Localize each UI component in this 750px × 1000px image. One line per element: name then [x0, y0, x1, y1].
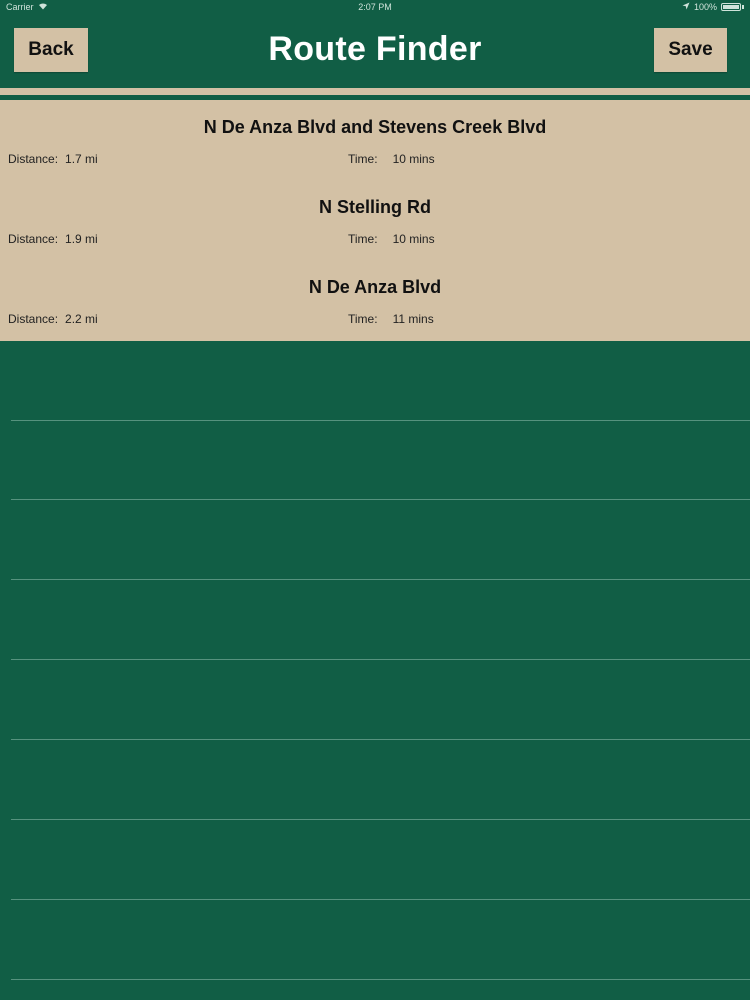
empty-row-separator: [11, 420, 750, 421]
location-arrow-icon: [682, 2, 690, 12]
route-row[interactable]: N De Anza Blvd Distance: 2.2 mi Time: 11 m…: [0, 260, 750, 340]
status-right: 100%: [682, 2, 744, 12]
time-value: 10 mins: [392, 152, 435, 166]
empty-row-separator: [11, 979, 750, 980]
route-distance: Distance: 1.7 mi: [8, 152, 98, 166]
empty-row-separator: [11, 659, 750, 660]
empty-row-separator: [11, 819, 750, 820]
time-value: 10 mins: [392, 232, 435, 246]
route-name: N De Anza Blvd and Stevens Creek Blvd: [203, 117, 547, 137]
route-name: N De Anza Blvd: [308, 277, 442, 297]
battery-icon: [721, 3, 741, 11]
route-time: Time: 10 mins: [348, 232, 435, 246]
battery-tip: [742, 5, 744, 9]
time-label: Time:: [348, 152, 378, 166]
navigation-bar: Back Route Finder Save: [0, 16, 750, 88]
distance-label: Distance:: [8, 232, 59, 246]
empty-row-separator: [11, 739, 750, 740]
page-title: Route Finder: [268, 30, 482, 68]
distance-label: Distance:: [8, 312, 59, 326]
status-bar: Carrier 2:07 PM 100%: [0, 0, 750, 16]
empty-row-separator: [11, 499, 750, 500]
route-time: Time: 10 mins: [348, 152, 435, 166]
status-time: 2:07 PM: [358, 2, 392, 12]
route-distance: Distance: 2.2 mi: [8, 312, 98, 326]
empty-row-separator: [11, 579, 750, 580]
route-name: N Stelling Rd: [319, 197, 431, 217]
route-row[interactable]: N Stelling Rd Distance: 1.9 mi Time: 10 mi…: [0, 180, 750, 260]
distance-value: 1.7 mi: [65, 152, 98, 166]
empty-row-separator: [11, 899, 750, 900]
time-label: Time:: [348, 232, 378, 246]
distance-value: 2.2 mi: [65, 312, 98, 326]
time-label: Time:: [348, 312, 378, 326]
route-time: Time: 11 mins: [348, 312, 434, 326]
route-distance: Distance: 1.9 mi: [8, 232, 98, 246]
save-button[interactable]: Save: [654, 28, 727, 72]
route-row[interactable]: N De Anza Blvd and Stevens Creek Blvd Di…: [0, 100, 750, 180]
battery-percent: 100%: [693, 2, 717, 12]
route-list: N De Anza Blvd and Stevens Creek Blvd Di…: [0, 100, 750, 341]
time-value: 11 mins: [392, 312, 434, 326]
distance-label: Distance:: [8, 152, 59, 166]
distance-value: 1.9 mi: [65, 232, 98, 246]
header-divider: [0, 88, 750, 95]
